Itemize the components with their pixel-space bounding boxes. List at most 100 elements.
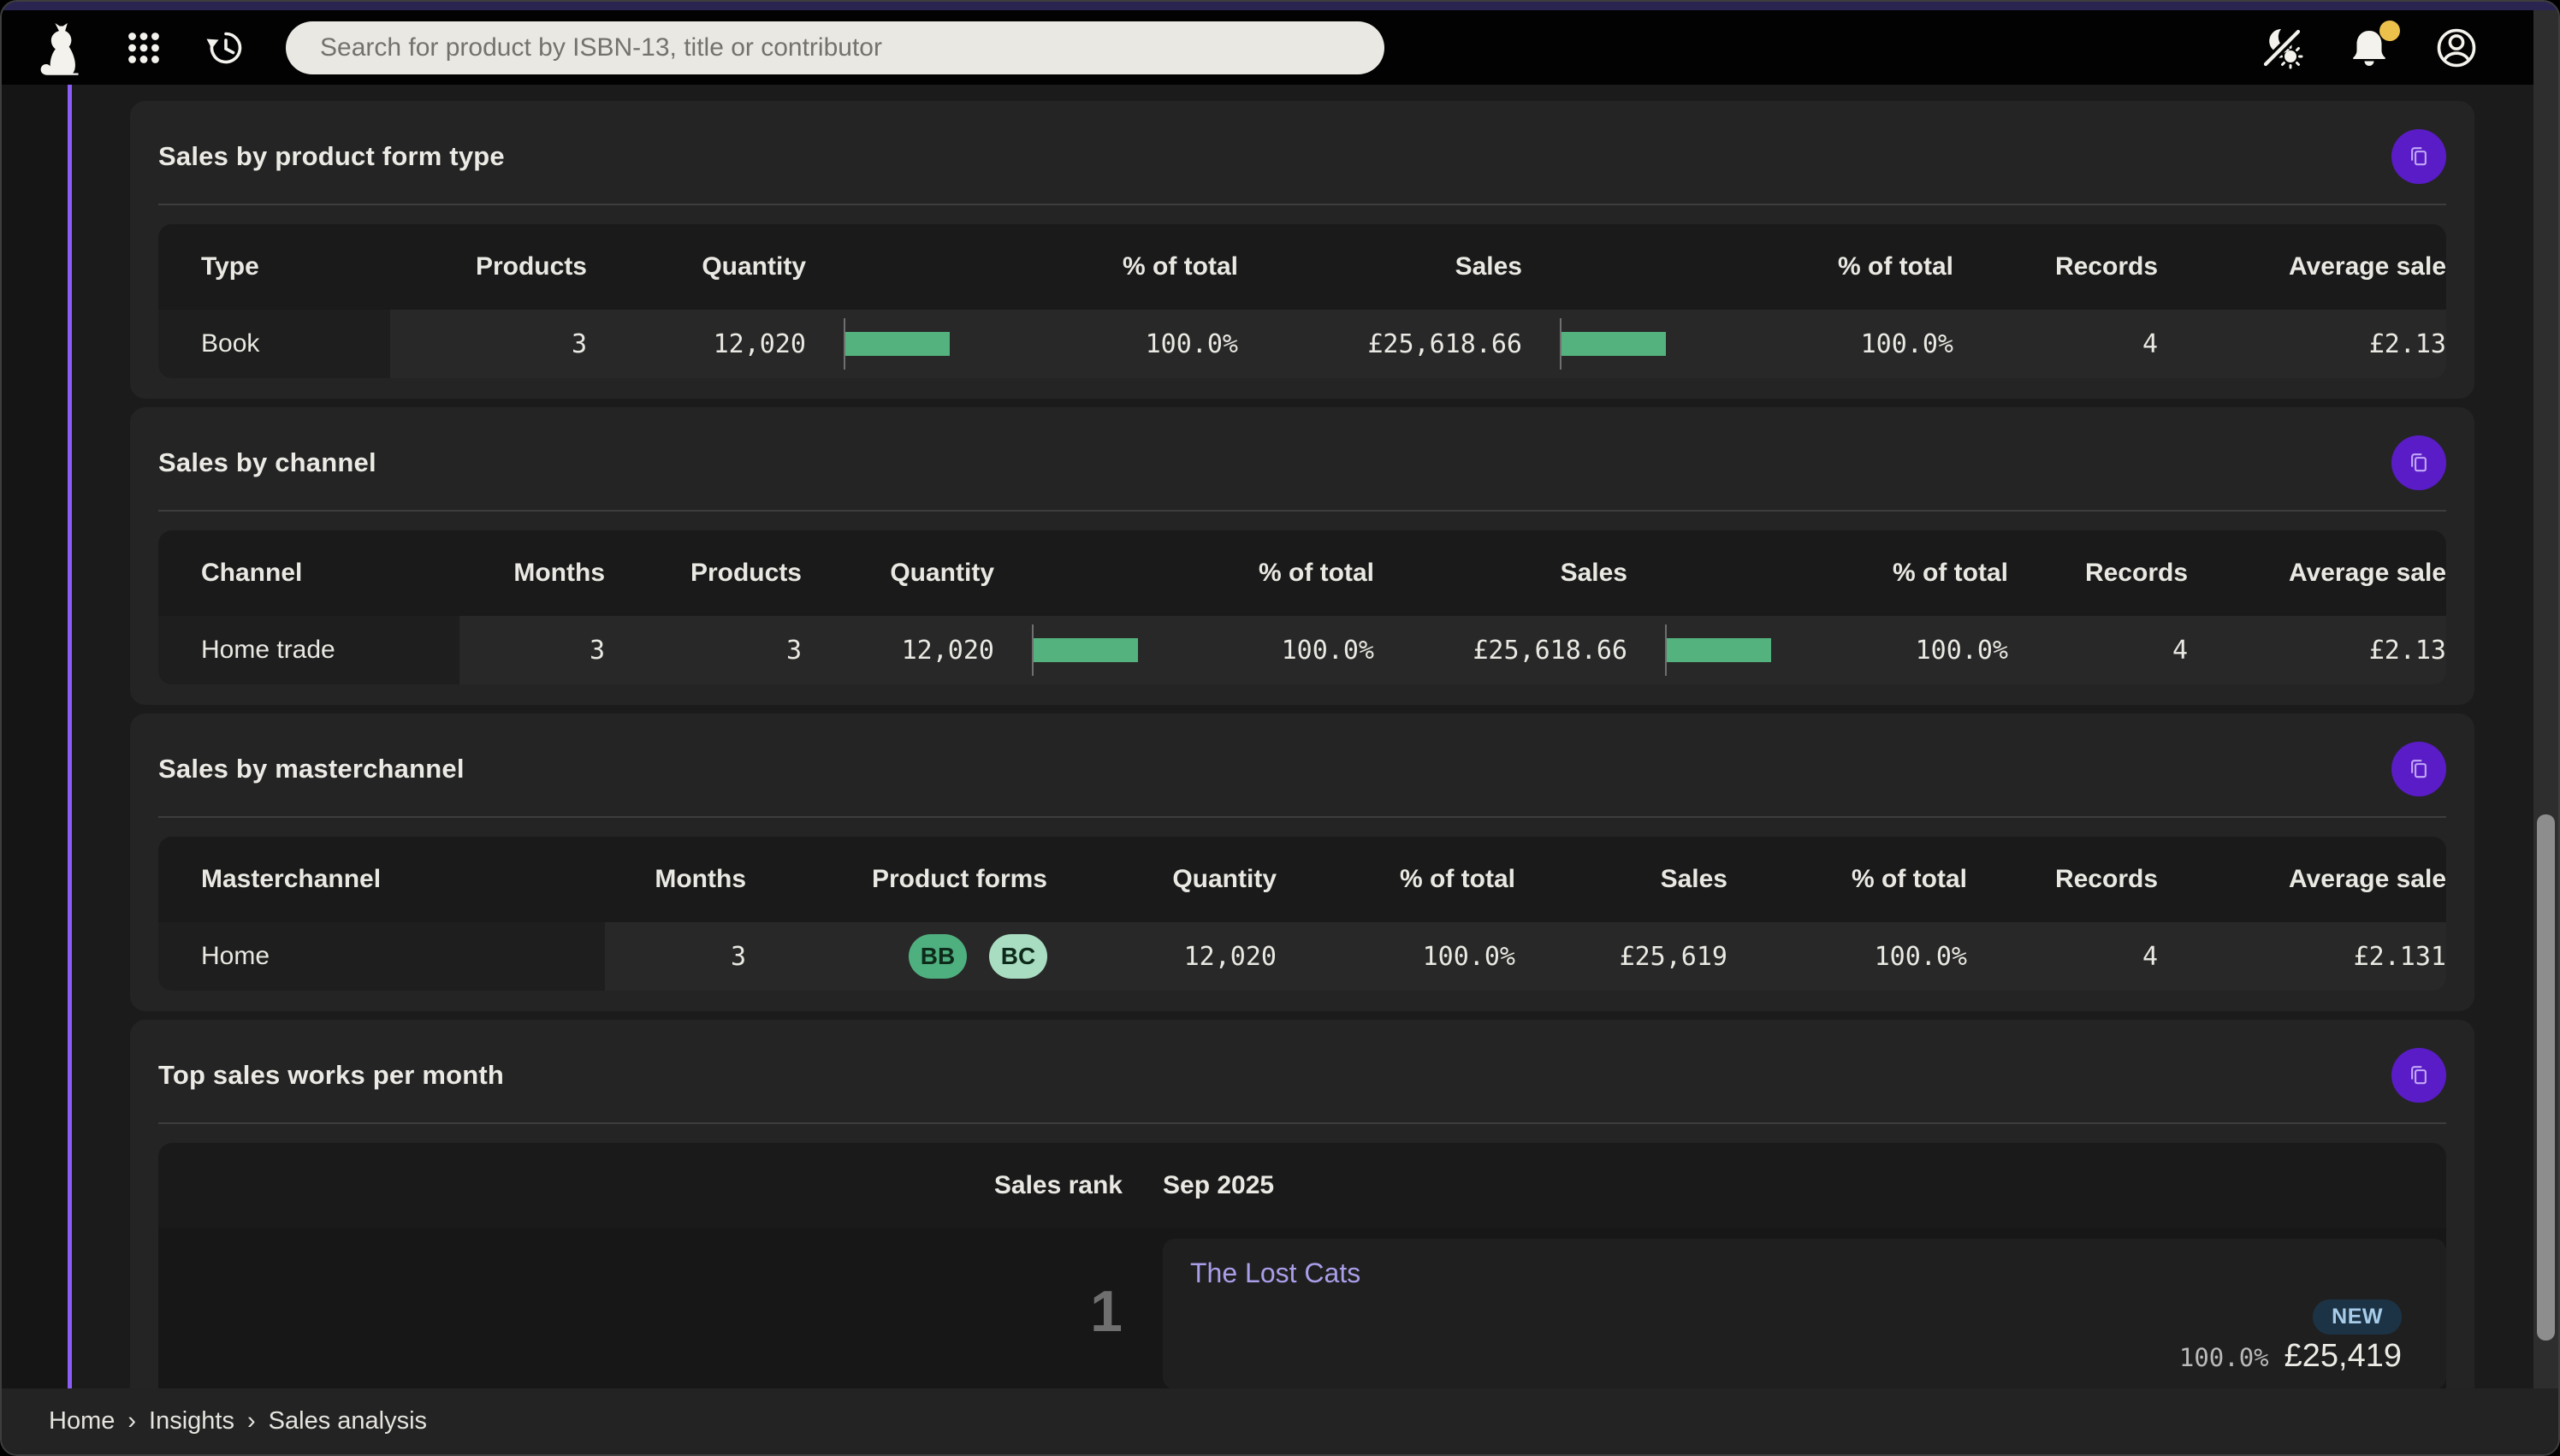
top-sales-table: Sales rank Sep 2025 1 The Lost Cats NEW … xyxy=(158,1143,2446,1412)
product-form-pill-bb[interactable]: BB xyxy=(909,934,967,979)
sales-bar xyxy=(1667,638,1771,662)
sales-rank-number: 1 xyxy=(1090,1279,1123,1344)
col-header-months: Months xyxy=(655,865,746,893)
quantity-bar xyxy=(845,332,950,356)
cat-logo-icon[interactable] xyxy=(31,18,86,78)
col-header-sales: Sales xyxy=(1455,252,1522,281)
card-divider xyxy=(158,204,2446,205)
copy-button[interactable] xyxy=(2391,742,2446,796)
breadcrumb-separator: › xyxy=(246,1407,256,1435)
topbar-actions xyxy=(2219,20,2480,72)
col-header-product-forms: Product forms xyxy=(871,865,1047,893)
history-icon[interactable] xyxy=(202,24,250,72)
masterchannel-table: Masterchannel Months Product forms Quant… xyxy=(158,837,2446,991)
cell-sales: £25,618.66 xyxy=(1473,635,1627,666)
col-header-records: Records xyxy=(2084,559,2188,587)
cell-months: 3 xyxy=(589,635,605,666)
left-gutter xyxy=(2,85,68,1392)
work-title-link[interactable]: The Lost Cats xyxy=(1190,1258,1360,1289)
cell-quantity: 12,020 xyxy=(901,635,994,666)
accent-vertical-line xyxy=(68,85,72,1392)
col-header-month: Sep 2025 xyxy=(1163,1171,1275,1199)
cell-products: 3 xyxy=(571,328,587,359)
col-header-months: Months xyxy=(513,559,605,587)
sales-bar xyxy=(1561,332,1666,356)
work-sales-amount: £25,419 xyxy=(2284,1338,2402,1374)
col-header-quantity: Quantity xyxy=(890,559,994,587)
card-title: Sales by product form type xyxy=(158,141,505,171)
product-form-pill-bc[interactable]: BC xyxy=(989,934,1047,979)
cell-sales-pct: 100.0% xyxy=(1874,941,1967,972)
cell-records: 4 xyxy=(2142,941,2158,972)
card-title: Top sales works per month xyxy=(158,1060,505,1090)
card-top-sales-works: Top sales works per month Sales rank Sep… xyxy=(130,1020,2474,1412)
table-row[interactable]: Home trade 3 3 12,020 100.0% £25,618.66 … xyxy=(158,616,2446,684)
copy-button[interactable] xyxy=(2391,129,2446,184)
col-header-average-sale: Average sale xyxy=(2288,252,2446,281)
work-card[interactable]: The Lost Cats NEW 100.0% £25,419 xyxy=(1163,1239,2446,1389)
cell-qty-pct: 100.0% xyxy=(1422,941,1515,972)
work-percent: 100.0% xyxy=(2178,1343,2269,1372)
cell-qty-pct: 100.0% xyxy=(1281,635,1374,666)
notification-badge-dot xyxy=(2379,20,2400,41)
app-window: Sales by product form type Type Products… xyxy=(0,0,2560,1456)
card-divider xyxy=(158,816,2446,818)
cell-product-forms: BB BC xyxy=(746,934,1067,979)
card-divider xyxy=(158,1122,2446,1124)
cell-sales-pct: 100.0% xyxy=(1860,328,1953,359)
account-icon[interactable] xyxy=(2433,24,2480,72)
col-header-masterchannel: Masterchannel xyxy=(201,865,382,893)
product-form-table: Type Products Quantity % of total Sales … xyxy=(158,224,2446,378)
new-badge: NEW xyxy=(2313,1299,2402,1335)
window-title-strip xyxy=(2,2,2558,10)
cell-quantity: 12,020 xyxy=(1183,941,1277,972)
col-header-quantity: Quantity xyxy=(1172,865,1277,893)
quantity-bar xyxy=(1034,638,1138,662)
cell-quantity: 12,020 xyxy=(713,328,806,359)
sales-bar-cell xyxy=(1627,616,1824,684)
col-header-channel: Channel xyxy=(201,559,303,587)
breadcrumb-insights[interactable]: Insights xyxy=(149,1407,234,1435)
card-sales-by-product-form-type: Sales by product form type Type Products… xyxy=(130,101,2474,399)
table-header-row: Masterchannel Months Product forms Quant… xyxy=(158,837,2446,922)
cell-records: 4 xyxy=(2142,328,2158,359)
cell-qty-pct: 100.0% xyxy=(1145,328,1238,359)
insights-cards: Sales by product form type Type Products… xyxy=(130,101,2474,1420)
col-header-sales: Sales xyxy=(1660,865,1727,893)
scrollbar-track[interactable] xyxy=(2533,10,2558,1392)
quantity-bar-cell xyxy=(994,616,1191,684)
table-row[interactable]: Home 3 BB BC 12,020 100.0% £25,619 100.0… xyxy=(158,922,2446,991)
breadcrumb-home[interactable]: Home xyxy=(49,1407,115,1435)
cell-records: 4 xyxy=(2172,635,2188,666)
table-row[interactable]: Book 3 12,020 100.0% £25,618.66 100.0% 4… xyxy=(158,310,2446,378)
copy-button[interactable] xyxy=(2391,435,2446,490)
col-header-sales-pct: % of total xyxy=(1852,865,1967,893)
col-header-average-sale: Average sale xyxy=(2288,865,2446,893)
copy-button[interactable] xyxy=(2391,1048,2446,1103)
card-divider xyxy=(158,510,2446,512)
col-header-type: Type xyxy=(201,252,259,281)
col-header-sales-pct: % of total xyxy=(1893,559,2008,587)
notifications-bell-icon[interactable] xyxy=(2345,20,2400,72)
cell-sales-pct: 100.0% xyxy=(1915,635,2008,666)
col-header-records: Records xyxy=(2054,252,2158,281)
breadcrumb-current-page: Sales analysis xyxy=(268,1407,428,1435)
card-sales-by-masterchannel: Sales by masterchannel Masterchannel Mon… xyxy=(130,713,2474,1011)
table-body-row: 1 The Lost Cats NEW 100.0% £25,419 xyxy=(158,1228,2446,1412)
col-header-records: Records xyxy=(2054,865,2158,893)
apps-grid-icon[interactable] xyxy=(120,24,168,72)
card-title: Sales by masterchannel xyxy=(158,754,465,784)
card-sales-by-channel: Sales by channel Channel Months Products… xyxy=(130,407,2474,705)
theme-toggle-icon[interactable] xyxy=(2258,24,2306,72)
cell-average-sale: £2.13 xyxy=(2368,328,2446,359)
card-title: Sales by channel xyxy=(158,447,376,477)
cell-type: Book xyxy=(158,310,390,378)
scrollbar-thumb[interactable] xyxy=(2537,814,2555,1341)
channel-table: Channel Months Products Quantity % of to… xyxy=(158,530,2446,684)
cell-products: 3 xyxy=(785,635,802,666)
search-input[interactable] xyxy=(286,21,1384,74)
sales-bar-cell xyxy=(1522,310,1713,378)
col-header-average-sale: Average sale xyxy=(2288,559,2446,587)
breadcrumb-bar: Home › Insights › Sales analysis xyxy=(2,1388,2558,1454)
table-header-row: Type Products Quantity % of total Sales … xyxy=(158,224,2446,310)
